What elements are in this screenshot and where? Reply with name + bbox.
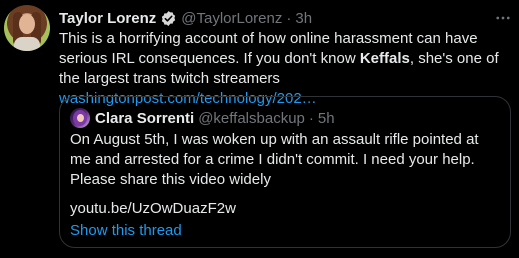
quoted-author-handle[interactable]: @keffalsbackup	[198, 110, 305, 127]
tweet-timestamp[interactable]: 3h	[295, 10, 312, 27]
separator-dot: ·	[286, 9, 292, 27]
verified-badge-icon	[160, 10, 177, 27]
tweet[interactable]: Taylor Lorenz @TaylorLorenz · 3h This is…	[0, 0, 519, 258]
more-options-icon[interactable]	[492, 8, 514, 28]
author-handle[interactable]: @TaylorLorenz	[181, 10, 282, 27]
author-avatar[interactable]	[4, 5, 50, 51]
quoted-tweet-header: Clara Sorrenti @keffalsbackup · 5h	[70, 108, 335, 128]
tweet-header: Taylor Lorenz @TaylorLorenz · 3h	[59, 8, 312, 28]
quoted-separator-dot: ·	[308, 109, 314, 127]
video-link[interactable]: youtu.be/UzOwDuazF2w	[70, 199, 236, 219]
quoted-author-name[interactable]: Clara Sorrenti	[95, 110, 194, 127]
quoted-tweet-timestamp[interactable]: 5h	[318, 110, 335, 127]
show-this-thread-link[interactable]: Show this thread	[70, 221, 182, 241]
quoted-author-avatar[interactable]	[70, 108, 90, 128]
quoted-tweet-text: On August 5th, I was woken up with an as…	[70, 131, 479, 188]
quoted-tweet[interactable]: Clara Sorrenti @keffalsbackup · 5h On Au…	[59, 96, 511, 248]
author-name[interactable]: Taylor Lorenz	[59, 10, 156, 27]
tweet-text-bold: Keffals	[359, 50, 410, 67]
